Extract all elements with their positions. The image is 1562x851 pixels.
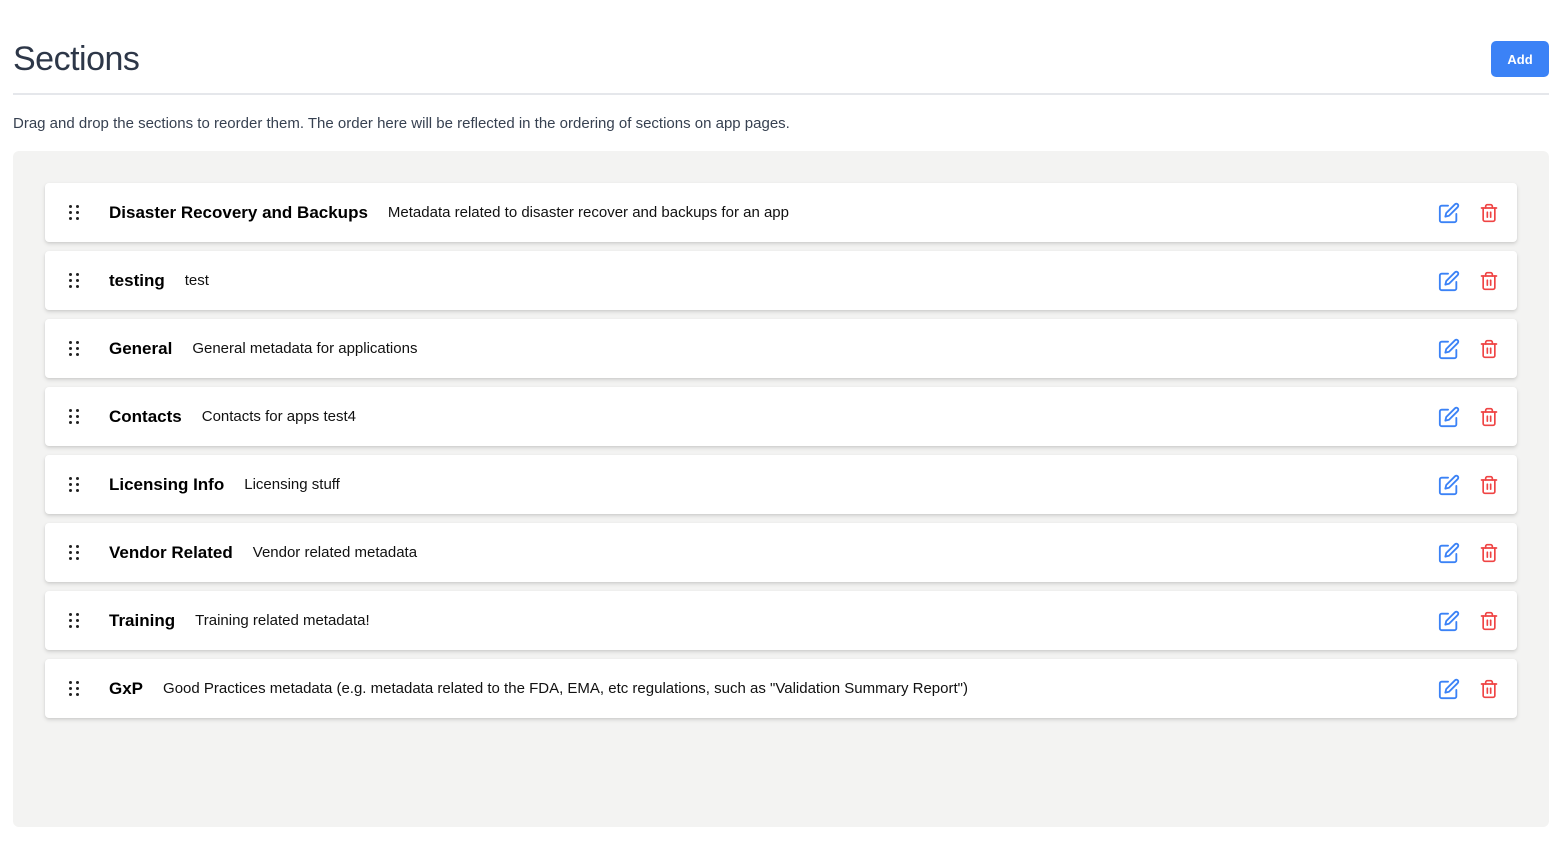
edit-button[interactable] [1438,269,1460,293]
drag-handle-icon[interactable] [69,613,81,629]
delete-button[interactable] [1478,201,1500,225]
section-description: Contacts for apps test4 [201,408,356,425]
section-actions [1438,677,1500,701]
trash-icon [1480,407,1498,427]
section-description: Vendor related metadata [252,544,418,561]
delete-button[interactable] [1478,541,1500,565]
edit-icon [1438,678,1460,700]
delete-button[interactable] [1478,677,1500,701]
edit-icon [1438,406,1460,428]
section-text: Disaster Recovery and Backups Metadata r… [109,183,789,242]
section-actions [1438,201,1500,225]
section-text: Contacts Contacts for apps test4 [109,387,356,446]
page-description: Drag and drop the sections to reorder th… [13,115,790,132]
section-name: Licensing Info [109,474,225,494]
section-actions [1438,609,1500,633]
edit-icon [1438,338,1460,360]
sections-page: Sections Add Drag and drop the sections … [13,0,1549,827]
trash-icon [1480,679,1498,699]
section-name: Disaster Recovery and Backups [109,202,368,222]
section-item[interactable]: Licensing Info Licensing stuff [45,455,1517,514]
trash-icon [1480,611,1498,631]
edit-icon [1438,474,1460,496]
edit-icon [1438,542,1460,564]
delete-button[interactable] [1478,269,1500,293]
drag-handle-icon[interactable] [69,545,81,561]
edit-button[interactable] [1438,541,1460,565]
edit-button[interactable] [1438,677,1460,701]
section-actions [1438,473,1500,497]
section-text: Training Training related metadata! [109,591,370,650]
section-actions [1438,405,1500,429]
section-name: Contacts [109,406,182,426]
delete-button[interactable] [1478,473,1500,497]
section-name: GxP [109,678,144,698]
delete-button[interactable] [1478,337,1500,361]
trash-icon [1480,271,1498,291]
edit-icon [1438,202,1460,224]
trash-icon [1480,475,1498,495]
section-item[interactable]: Disaster Recovery and Backups Metadata r… [45,183,1517,242]
section-description: Good Practices metadata (e.g. metadata r… [163,680,968,697]
section-actions [1438,541,1500,565]
section-text: Licensing Info Licensing stuff [109,455,340,514]
trash-icon [1480,203,1498,223]
section-item[interactable]: GxP Good Practices metadata (e.g. metada… [45,659,1517,718]
section-item[interactable]: General General metadata for application… [45,319,1517,378]
page-title: Sections [13,40,140,78]
section-actions [1438,269,1500,293]
section-text: testing test [109,251,209,310]
section-name: testing [109,270,165,290]
trash-icon [1480,339,1498,359]
section-name: Training [109,610,176,630]
delete-button[interactable] [1478,609,1500,633]
edit-icon [1438,270,1460,292]
drag-handle-icon[interactable] [69,341,81,357]
edit-button[interactable] [1438,337,1460,361]
delete-button[interactable] [1478,405,1500,429]
section-text: Vendor Related Vendor related metadata [109,523,417,582]
section-item[interactable]: Training Training related metadata! [45,591,1517,650]
section-description: General metadata for applications [192,340,418,357]
drag-handle-icon[interactable] [69,477,81,493]
sections-container: Disaster Recovery and Backups Metadata r… [13,151,1549,827]
edit-button[interactable] [1438,201,1460,225]
section-description: Licensing stuff [244,476,340,493]
section-name: General [109,338,173,358]
edit-button[interactable] [1438,473,1460,497]
section-description: Metadata related to disaster recover and… [387,204,789,221]
sections-list: Disaster Recovery and Backups Metadata r… [45,183,1517,727]
edit-button[interactable] [1438,405,1460,429]
section-item[interactable]: testing test [45,251,1517,310]
section-name: Vendor Related [109,542,233,562]
drag-handle-icon[interactable] [69,205,81,221]
drag-handle-icon[interactable] [69,409,81,425]
drag-handle-icon[interactable] [69,273,81,289]
section-description: Training related metadata! [195,612,370,629]
edit-button[interactable] [1438,609,1460,633]
section-actions [1438,337,1500,361]
page-header: Sections Add [13,0,1549,95]
section-text: General General metadata for application… [109,319,417,378]
edit-icon [1438,610,1460,632]
section-description: test [184,272,209,289]
section-item[interactable]: Vendor Related Vendor related metadata [45,523,1517,582]
drag-handle-icon[interactable] [69,681,81,697]
trash-icon [1480,543,1498,563]
section-item[interactable]: Contacts Contacts for apps test4 [45,387,1517,446]
add-button[interactable]: Add [1491,41,1549,77]
section-text: GxP Good Practices metadata (e.g. metada… [109,659,968,718]
